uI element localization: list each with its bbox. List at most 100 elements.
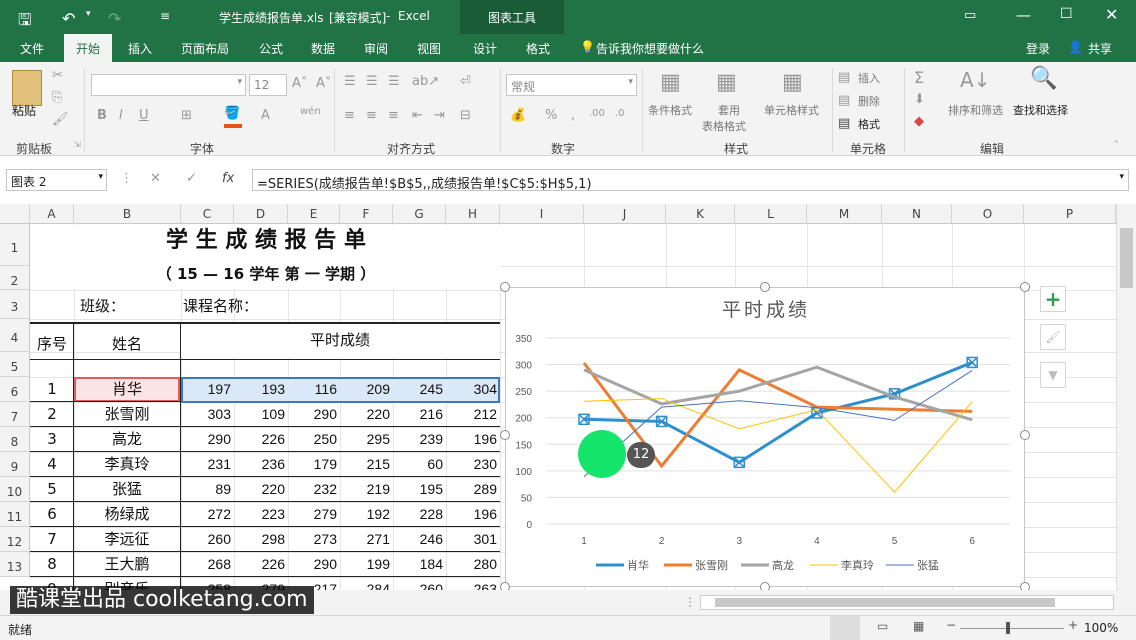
score-cell[interactable]: 192 [340,502,393,526]
page-break-view-icon[interactable]: ▦ [913,619,924,633]
login-link[interactable]: 登录 [1026,40,1050,57]
score-cell[interactable]: 184 [393,552,446,576]
tab-format[interactable]: 格式 [526,40,550,57]
autosum-icon[interactable]: Σ [914,68,924,87]
student-name[interactable]: 李远征 [74,527,180,551]
column-header-o[interactable]: O [952,204,1024,224]
font-size-box[interactable]: 12 [249,74,287,96]
column-header-h[interactable]: H [446,204,500,224]
tab-page-layout[interactable]: 页面布局 [181,40,229,57]
score-cell[interactable]: 290 [288,552,340,576]
row-header-5[interactable]: 5 [0,352,30,377]
copy-icon[interactable]: ⎘ [52,90,62,105]
column-header-i[interactable]: I [500,204,584,224]
name-box[interactable]: 图表 2 ▾ [6,169,107,191]
align-center-icon[interactable]: ≡ [366,108,377,123]
tell-me-icon[interactable]: 💡 [580,40,595,54]
column-header-p[interactable]: P [1024,204,1116,224]
legend-entry[interactable]: 高龙 [772,558,794,572]
phonetic-icon[interactable]: wén [300,106,321,117]
cut-icon[interactable]: ✂ [52,68,63,83]
resize-handle[interactable] [500,430,510,440]
score-cell[interactable]: 298 [234,527,288,551]
table-format-label1[interactable]: 套用 [718,102,740,118]
row-header-3[interactable]: 3 [0,290,30,319]
table-format-icon[interactable]: ▦ [716,70,737,95]
shrink-font-icon[interactable]: A˅ [316,76,331,91]
paste-button[interactable]: 粘贴 [12,102,36,119]
score-cell[interactable]: 226 [234,552,288,576]
score-cell[interactable]: 290 [181,427,234,451]
student-name[interactable]: 杨绿成 [74,502,180,526]
column-header-e[interactable]: E [288,204,340,224]
score-cell[interactable]: 236 [234,452,288,476]
find-select-button[interactable]: 查找和选择 [1013,102,1068,118]
score-cell[interactable]: 179 [288,452,340,476]
tab-formulas[interactable]: 公式 [259,40,283,57]
vertical-scroll-thumb[interactable] [1120,228,1133,288]
resize-handle[interactable] [760,282,770,292]
fill-color-icon[interactable]: 🪣 [224,106,240,121]
column-header-c[interactable]: C [181,204,234,224]
row-header-2[interactable]: 2 [0,266,30,290]
table-format-label2[interactable]: 表格格式 [702,118,746,134]
score-cell[interactable]: 263 [446,577,500,590]
column-header-a[interactable]: A [30,204,74,224]
ribbon-display-icon[interactable]: ▭ [964,8,976,23]
column-header-d[interactable]: D [234,204,288,224]
format-cells-icon[interactable]: ▤ [838,116,850,131]
chart-elements-button[interactable]: + [1040,286,1066,312]
orientation-icon[interactable]: ab↗ [412,74,439,89]
score-cell[interactable]: 220 [340,402,393,426]
tab-insert[interactable]: 插入 [128,40,152,57]
score-cell[interactable]: 212 [446,402,500,426]
align-right-icon[interactable]: ≡ [388,108,399,123]
underline-icon[interactable]: U [139,108,149,123]
score-cell[interactable]: 231 [181,452,234,476]
score-cell[interactable]: 273 [288,527,340,551]
undo-dropdown-icon[interactable]: ▾ [86,9,91,19]
score-cell[interactable]: 284 [340,577,393,590]
score-cell[interactable]: 195 [393,477,446,501]
close-button[interactable]: ✕ [1105,5,1118,24]
score-cell[interactable]: 290 [288,402,340,426]
row-number[interactable]: 8 [31,552,73,576]
insert-cells-button[interactable]: 插入 [858,70,880,86]
page-layout-view-icon[interactable]: ▭ [877,619,888,633]
score-cell[interactable]: 232 [288,477,340,501]
row-header-6[interactable]: 6 [0,377,30,402]
chart[interactable]: 平时成绩 0 50 100 150 200 250 300 350 1 2 3 4 5 6 肖华 张雪刚 高龙 李真… [505,287,1025,587]
resize-handle[interactable] [1020,282,1030,292]
column-header-n[interactable]: N [882,204,952,224]
italic-icon[interactable]: I [119,108,123,123]
row-number[interactable]: 3 [31,427,73,451]
tab-design[interactable]: 设计 [473,40,497,57]
indent-increase-icon[interactable]: ⇥ [434,108,445,123]
score-cell[interactable]: 89 [181,477,234,501]
score-cell[interactable]: 260 [393,577,446,590]
border-icon[interactable]: ⊞ [181,108,192,123]
student-name[interactable]: 张猛 [74,477,180,501]
selected-point-marker[interactable] [733,456,746,469]
score-cell[interactable]: 280 [446,552,500,576]
score-cell[interactable]: 289 [446,477,500,501]
font-name-box[interactable]: ▾ [91,74,246,96]
row-header-8[interactable]: 8 [0,427,30,452]
customize-qat-icon[interactable]: ≡ [160,9,170,23]
enter-icon[interactable]: ✓ [186,171,197,186]
cancel-icon[interactable]: ✕ [150,171,161,186]
resize-handle[interactable] [500,282,510,292]
score-cell[interactable]: 250 [288,427,340,451]
row-header-10[interactable]: 10 [0,477,30,502]
score-cell[interactable]: 295 [340,427,393,451]
zoom-slider[interactable] [960,628,1064,629]
score-cell[interactable]: 246 [393,527,446,551]
row-header-4[interactable]: 4 [0,319,30,352]
tab-view[interactable]: 视图 [417,40,441,57]
delete-cells-button[interactable]: 删除 [858,93,880,109]
row-header-11[interactable]: 11 [0,502,30,527]
score-cell[interactable]: 216 [393,402,446,426]
legend-entry[interactable]: 李真玲 [841,558,874,572]
undo-icon[interactable]: ↶ [62,9,75,28]
score-cell[interactable]: 228 [393,502,446,526]
